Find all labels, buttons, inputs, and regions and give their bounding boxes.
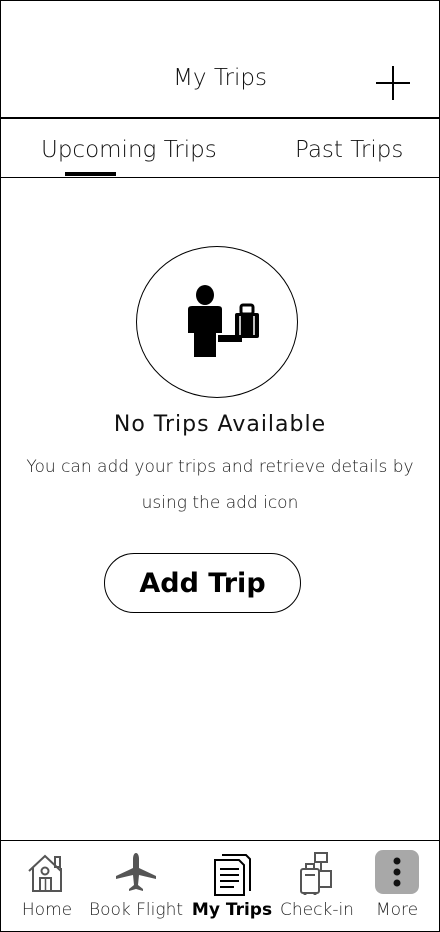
nav-item-my-trips[interactable]: My Trips xyxy=(187,841,277,931)
tab-upcoming-trips[interactable]: Upcoming Trips xyxy=(41,137,217,163)
nav-label-my-trips: My Trips xyxy=(191,900,273,920)
plus-icon[interactable] xyxy=(375,65,411,101)
trip-tabs: Upcoming Trips Past Trips xyxy=(1,119,439,178)
empty-state-illustration xyxy=(136,246,298,398)
app-screen: My Trips Upcoming Trips Past Trips No Tr… xyxy=(0,0,440,932)
bottom-nav: Home Book Flight My Trips Check-in More xyxy=(1,840,439,931)
nav-item-book-flight[interactable]: Book Flight xyxy=(87,841,185,931)
more-vertical-icon xyxy=(393,857,401,887)
nav-item-more[interactable]: More xyxy=(357,841,437,931)
empty-state-description: You can add your trips and retrieve deta… xyxy=(26,457,414,513)
document-icon xyxy=(214,854,251,896)
nav-item-check-in[interactable]: Check-in xyxy=(277,841,357,931)
header: My Trips xyxy=(1,1,439,119)
add-trip-button[interactable]: Add Trip xyxy=(104,553,301,613)
check-in-icon xyxy=(300,852,332,895)
tab-past-trips[interactable]: Past Trips xyxy=(295,137,403,163)
nav-label-more: More xyxy=(375,900,419,920)
traveler-with-luggage-icon xyxy=(188,285,259,357)
empty-state-title: No Trips Available xyxy=(113,412,327,437)
nav-label-book-flight: Book Flight xyxy=(88,900,184,920)
airplane-icon xyxy=(116,853,156,891)
page-title: My Trips xyxy=(173,65,267,91)
nav-item-home[interactable]: Home xyxy=(1,841,93,931)
nav-label-check-in: Check-in xyxy=(280,900,354,920)
nav-label-home: Home xyxy=(21,900,73,920)
home-icon xyxy=(28,854,62,892)
active-tab-indicator xyxy=(65,172,116,176)
